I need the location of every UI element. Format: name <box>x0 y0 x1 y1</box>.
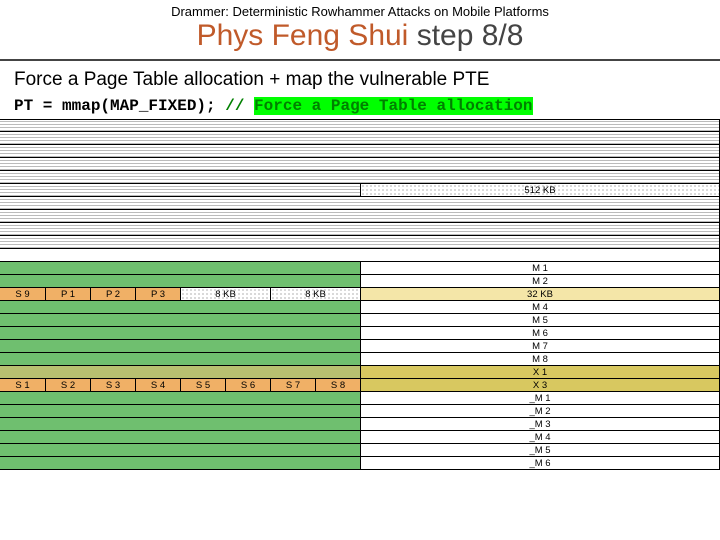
mem-cell-green <box>0 340 360 352</box>
mem-cell-s8: S 8 <box>315 379 360 391</box>
mem-cell-green <box>0 314 360 326</box>
code-line: PT = mmap(MAP_FIXED); // Force a Page Ta… <box>0 97 720 119</box>
mem-row <box>0 236 720 249</box>
mem-row-s1s8: S 1 S 2 S 3 S 4 S 5 S 6 S 7 S 8 X 3 <box>0 379 720 392</box>
mem-row <box>0 145 720 158</box>
mem-cell-m5: M 5 <box>360 314 720 326</box>
mem-cell-s3: S 3 <box>90 379 135 391</box>
mem-cell-hatched <box>0 171 720 183</box>
mem-cell-m1: M 1 <box>360 262 720 274</box>
mem-row-m1: M 1 <box>0 262 720 275</box>
mem-cell-hatched <box>0 132 720 144</box>
mem-row-_m3: _M 3 <box>0 418 720 431</box>
mem-cell-m4: M 4 <box>360 301 720 313</box>
mem-cell-p3: P 3 <box>135 288 180 300</box>
mem-cell-green <box>0 275 360 287</box>
mem-cell-_m6: _M 6 <box>360 457 720 469</box>
slide-header: Drammer: Deterministic Rowhammer Attacks… <box>0 0 720 19</box>
mem-cell-p2: P 2 <box>90 288 135 300</box>
mem-cell-_m1: _M 1 <box>360 392 720 404</box>
mem-row-m6: M 6 <box>0 327 720 340</box>
title-suffix: step 8/8 <box>408 19 523 52</box>
mem-row <box>0 119 720 132</box>
mem-cell-s5: S 5 <box>180 379 225 391</box>
mem-row-m2: M 2 <box>0 275 720 288</box>
mem-row <box>0 171 720 184</box>
slide-title: Phys Feng Shui step 8/8 <box>0 19 720 61</box>
mem-cell-32kb: 32 KB <box>360 288 720 300</box>
mem-cell-_m3: _M 3 <box>360 418 720 430</box>
mem-row-512kb: 512 KB <box>0 184 720 197</box>
mem-cell-8kb-b: 8 KB <box>270 288 360 300</box>
code-comment-slashes: // <box>216 97 254 115</box>
mem-row-_m1: _M 1 <box>0 392 720 405</box>
mem-cell-s2: S 2 <box>45 379 90 391</box>
mem-cell-hatched <box>0 223 720 235</box>
mem-row-m5: M 5 <box>0 314 720 327</box>
mem-row-_m5: _M 5 <box>0 444 720 457</box>
mem-row <box>0 197 720 210</box>
mem-cell-green <box>0 457 360 469</box>
mem-row-m8: M 8 <box>0 353 720 366</box>
memory-diagram: 512 KB M 1 M 2 S 9 P 1 P 2 P 3 8 KB 8 KB… <box>0 119 720 470</box>
mem-row-x1: X 1 <box>0 366 720 379</box>
mem-cell-hatched <box>0 158 720 170</box>
mem-cell-s6: S 6 <box>225 379 270 391</box>
code-lhs: PT = mmap(MAP_FIXED); <box>14 97 216 115</box>
mem-cell-_m5: _M 5 <box>360 444 720 456</box>
mem-row-m7: M 7 <box>0 340 720 353</box>
mem-cell-m2: M 2 <box>360 275 720 287</box>
mem-cell-hatched <box>0 120 720 131</box>
mem-cell-hatched <box>0 197 720 209</box>
mem-cell-s7: S 7 <box>270 379 315 391</box>
mem-row <box>0 158 720 171</box>
mem-row <box>0 223 720 236</box>
mem-cell-m6: M 6 <box>360 327 720 339</box>
mem-cell-green <box>0 262 360 274</box>
mem-cell-m8: M 8 <box>360 353 720 365</box>
mem-cell-green <box>0 444 360 456</box>
mem-cell-8kb-a: 8 KB <box>180 288 270 300</box>
title-prefix: Phys Feng Shui <box>197 19 409 52</box>
mem-cell-s9: S 9 <box>0 288 45 300</box>
mem-row <box>0 132 720 145</box>
mem-cell-hatched <box>0 145 720 157</box>
mem-row <box>0 210 720 223</box>
mem-cell-hatched <box>0 184 360 196</box>
mem-row-blank <box>0 249 720 262</box>
mem-cell-green <box>0 327 360 339</box>
mem-cell-512kb: 512 KB <box>360 184 720 196</box>
mem-row-sp: S 9 P 1 P 2 P 3 8 KB 8 KB 32 KB <box>0 288 720 301</box>
mem-cell-green <box>0 431 360 443</box>
slide-subtitle: Force a Page Table allocation + map the … <box>0 69 720 97</box>
mem-row-_m4: _M 4 <box>0 431 720 444</box>
mem-cell-_m2: _M 2 <box>360 405 720 417</box>
mem-row-_m2: _M 2 <box>0 405 720 418</box>
mem-cell-green <box>0 301 360 313</box>
mem-cell-x3: X 3 <box>360 379 720 391</box>
mem-cell-s4: S 4 <box>135 379 180 391</box>
mem-cell-green <box>0 418 360 430</box>
mem-cell-hatched <box>0 210 720 222</box>
mem-cell-hatched <box>0 236 720 248</box>
mem-cell-olive <box>0 366 360 378</box>
mem-cell-s1: S 1 <box>0 379 45 391</box>
mem-cell-green <box>0 353 360 365</box>
mem-cell-green <box>0 392 360 404</box>
mem-cell-x1: X 1 <box>360 366 720 378</box>
mem-cell-green <box>0 405 360 417</box>
mem-row-_m6: _M 6 <box>0 457 720 470</box>
mem-cell-p1: P 1 <box>45 288 90 300</box>
mem-cell-m7: M 7 <box>360 340 720 352</box>
mem-cell-_m4: _M 4 <box>360 431 720 443</box>
mem-row-m4: M 4 <box>0 301 720 314</box>
mem-cell-blank <box>0 249 720 261</box>
code-comment-text: Force a Page Table allocation <box>254 97 532 115</box>
